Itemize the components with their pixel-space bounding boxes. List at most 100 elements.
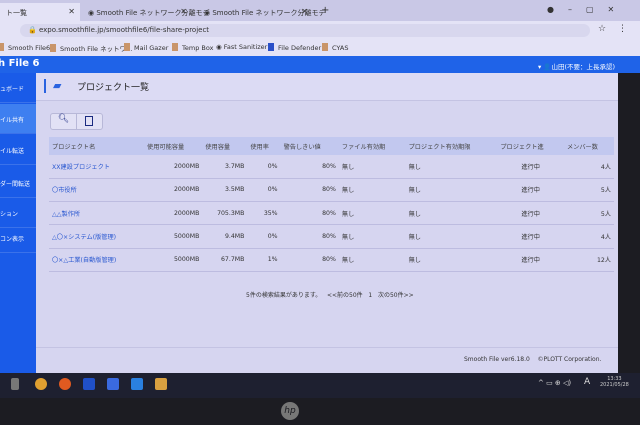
close-icon[interactable]: ✕ [180,7,187,16]
pagination: 5件の検索結果があります。 <<前の50件 1 次の50件>> [246,290,414,299]
bookmark[interactable]: Temp Box [172,43,213,52]
table-row: 〇市役所 2000MB 3.5MB 0% 80% 無し 無し 進行中 5人 [49,178,614,203]
table-cell: 80% [280,224,339,249]
table-cell: 進行中 [497,201,564,226]
table-cell: 2000MB [144,178,203,203]
app-header: h File 6 ▾ 👤山田(不要：上長承認) [0,56,640,73]
table-row: XX建設プロジェクト 2000MB 3.7MB 0% 80% 無し 無し 進行中 4人 [49,155,614,179]
table-cell: 無し [338,155,406,179]
hp-logo: hp [281,402,299,420]
tab-title: Smooth File ネットワーク分離モデ [212,9,326,17]
project-link[interactable]: XX建設プロジェクト [52,164,110,171]
new-tab-button[interactable]: + [315,3,335,21]
next-page-link[interactable]: 次の50件>> [378,292,414,299]
sidebar-item-file-share[interactable]: イル共有 [0,104,36,134]
table-cell: 〇×△工業(自動版管理) [49,248,145,272]
clipboard-icon[interactable] [85,116,93,126]
table-cell: XX建設プロジェクト [49,155,145,179]
page-title-bar: ▰ プロジェクト一覧 [36,73,618,101]
app-icon[interactable] [107,378,119,390]
table-cell: 2000MB [144,201,203,226]
column-header[interactable]: プロジェクト名 [49,137,145,155]
window-controls[interactable]: ●–▢✕ [547,5,628,14]
copyright-text: ©PLOTT Corporation. [537,356,602,363]
browser-tab[interactable]: ◉ Smooth File ネットワーク分離モデ ✕ [198,3,326,21]
footer-divider [36,347,618,348]
table-cell: 無し [338,224,406,249]
table-cell: 1% [247,248,281,272]
table-cell: 3.7MB [202,155,248,179]
project-link[interactable]: △〇×システム(版管理) [52,234,116,241]
table-cell: 進行中 [497,155,564,179]
table-cell: 0% [247,155,281,179]
project-link[interactable]: 〇×△工業(自動版管理) [52,257,116,264]
browser-tab[interactable]: ト一覧 ✕ [0,3,80,21]
table-cell: 無し [405,248,498,272]
column-header[interactable]: メンバー数 [564,137,614,155]
sidebar-item-file-transfer[interactable]: イル転送 [0,135,36,165]
user-menu[interactable]: ▾ 👤山田(不要：上長承認) [538,61,615,71]
column-header[interactable]: 使用可能容量 [144,137,203,155]
media-icon[interactable] [131,378,143,390]
table-cell: 5人 [564,178,614,203]
sidebar-item-folder-transfer[interactable]: ダー間転送 [0,168,36,198]
app-logo: h File 6 [0,58,40,69]
browser-tab-bar: ト一覧 ✕ ◉ Smooth File ネットワーク分離モデ ✕ ◉ Smooth … [0,0,640,21]
table-cell: 80% [280,155,339,179]
table-cell: 進行中 [497,224,564,249]
table-cell: 80% [280,248,339,272]
table-cell: 4人 [564,155,614,179]
ime-indicator[interactable]: A [584,377,590,387]
table-row: △〇×システム(版管理) 5000MB 9.4MB 0% 80% 無し 無し 進行中 4人 [49,224,614,249]
firefox-icon[interactable] [59,378,71,390]
url-input[interactable]: 🔒 expo.smoothfile.jp/smoothfile6/file-sh… [20,24,590,37]
column-header[interactable]: プロジェクト進 [497,137,564,155]
table-cell: 80% [280,178,339,203]
sidebar: ュボード イル共有 イル転送 ダー間転送 ション コン表示 [0,73,36,373]
table-cell: 12人 [564,248,614,272]
menu-icon[interactable]: ⋮ [618,24,627,34]
bookmark[interactable]: ◉ Fast Sanitizer [216,43,267,51]
search-button[interactable]: 🔍︎ [51,114,77,129]
table-cell: 67.7MB [202,248,248,272]
version-text: Smooth File ver6.18.0 [464,356,530,363]
table-cell: △〇×システム(版管理) [49,224,145,249]
close-icon[interactable]: ✕ [68,7,75,16]
column-header[interactable]: 使用容量 [202,137,248,155]
chrome-icon[interactable] [35,378,47,390]
browser-tab[interactable]: ◉ Smooth File ネットワーク分離モデ ✕ [82,3,210,21]
table-row: △△製作所 2000MB 705.3MB 35% 80% 無し 無し 進行中 5人 [49,201,614,226]
column-header[interactable]: ファイル有効期 [338,137,406,155]
current-page: 1 [368,292,373,299]
sidebar-item-icon-view[interactable]: コン表示 [0,223,36,253]
explorer-icon[interactable] [155,378,167,390]
column-header[interactable]: 使用率 [247,137,281,155]
clock[interactable]: 13:33 2021/05/28 [600,376,629,388]
table-cell: 35% [247,201,281,226]
url-text: expo.smoothfile.jp/smoothfile6/file-shar… [38,26,210,34]
tab-title: Smooth File ネットワーク分離モデ [96,9,210,17]
sidebar-item-dashboard[interactable]: ュボード [0,73,36,103]
prev-page-link[interactable]: <<前の50件 [327,292,363,299]
project-link[interactable]: △△製作所 [52,211,80,218]
project-link[interactable]: 〇市役所 [52,187,77,194]
table-cell: 無し [338,201,406,226]
bookmark[interactable]: Smooth File ネットワ... [50,43,132,53]
close-icon[interactable]: ✕ [301,7,308,16]
column-header[interactable]: 警告しきい値 [280,137,339,155]
star-icon[interactable]: ☆ [598,24,606,34]
task-view-icon[interactable] [11,378,19,390]
file-defender-icon[interactable] [83,378,95,390]
table-cell: 無し [405,201,498,226]
bookmark[interactable]: File Defender [268,43,321,52]
column-header[interactable]: プロジェクト有効期限 [405,137,498,155]
bookmark[interactable]: Smooth File6 [0,43,50,52]
bookmark[interactable]: CYAS [322,43,348,52]
table-cell: 80% [280,201,339,226]
tray-icons[interactable]: ^ ▭ ⊕ ◁) [538,379,571,387]
table-cell: 無し [338,248,406,272]
table-row: 〇×△工業(自動版管理) 5000MB 67.7MB 1% 80% 無し 無し 進行中 12人 [49,248,614,272]
bookmark[interactable]: Mail Gazer [124,43,168,52]
table-cell: 進行中 [497,178,564,203]
toolbar: 🔍︎ [50,113,103,130]
